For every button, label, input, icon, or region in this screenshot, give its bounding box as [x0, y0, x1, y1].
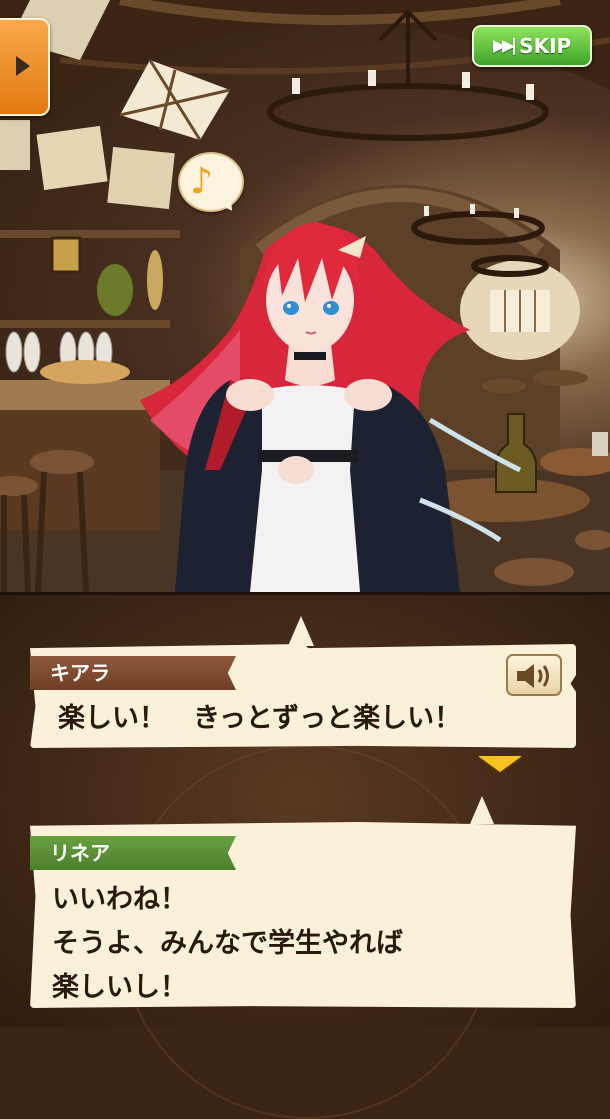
- tavern-illustration: [0, 0, 610, 592]
- menu-tab-button[interactable]: [0, 18, 50, 116]
- dialogue-text-bottom: いいわね！ そうよ、みんなで学生やれば 楽しいし！: [52, 884, 403, 1003]
- speaker-name-top: キアラ: [30, 656, 236, 690]
- voice-replay-button[interactable]: [506, 654, 562, 696]
- triangle-down-icon[interactable]: [478, 756, 522, 772]
- triangle-right-icon: [16, 56, 30, 76]
- speaker-name-bottom: リネア: [30, 836, 236, 870]
- bgm-button[interactable]: ♪: [178, 152, 244, 212]
- scene-background: ▶▶| SKIP ♪: [0, 0, 610, 592]
- fast-forward-icon: ▶▶|: [492, 36, 517, 56]
- dialogue-text-top: 楽しい！ きっとずっと楽しい！: [58, 703, 462, 734]
- speaker-icon: [517, 664, 549, 688]
- skip-button[interactable]: ▶▶| SKIP: [472, 25, 592, 67]
- skip-label: SKIP: [519, 34, 572, 58]
- music-note-icon: ♪: [190, 161, 213, 202]
- speech-pointer-bottom: [470, 796, 494, 824]
- speech-pointer-top: [288, 616, 314, 646]
